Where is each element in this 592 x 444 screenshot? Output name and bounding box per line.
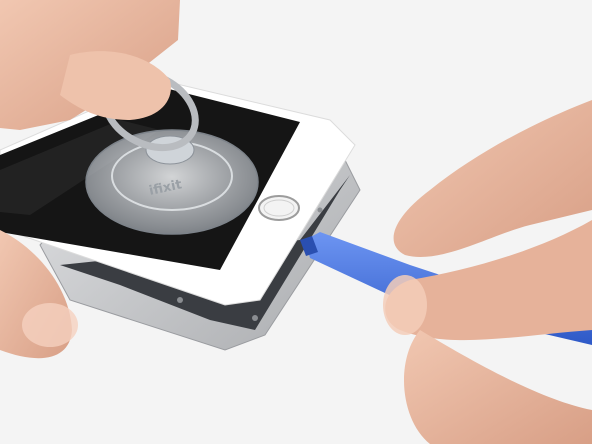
screw [252,315,258,321]
photo-scene: ifixit [0,0,592,444]
screw [317,207,323,213]
screw [177,297,183,303]
home-button-icon [258,195,300,221]
